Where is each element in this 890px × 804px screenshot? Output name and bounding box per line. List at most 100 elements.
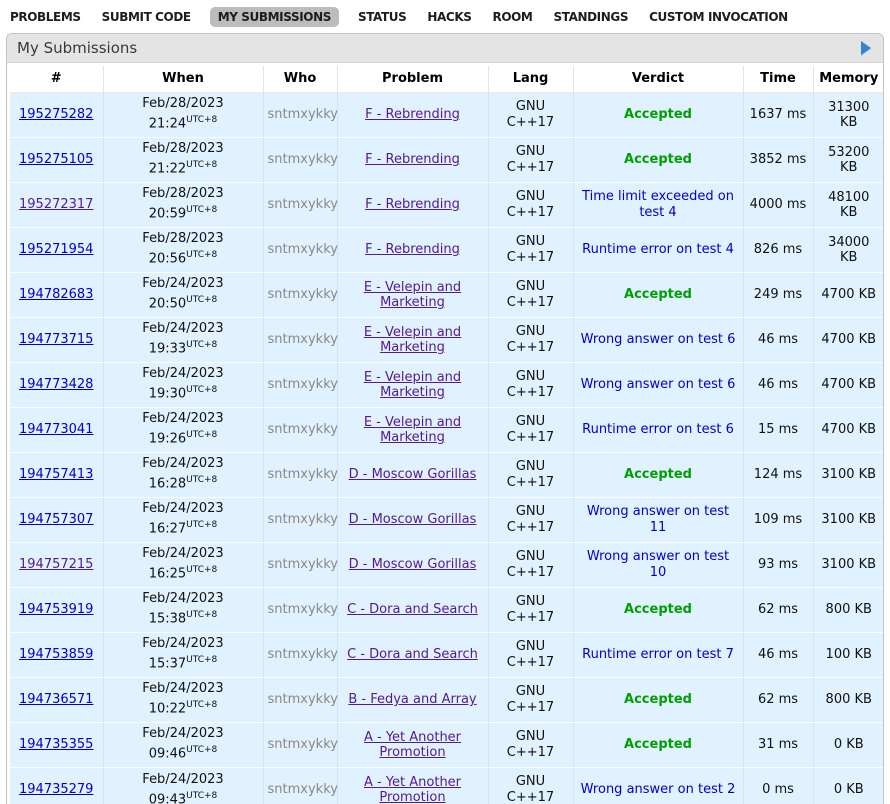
submitter-handle: sntmxykky bbox=[268, 377, 338, 392]
submission-id-link[interactable]: 194735279 bbox=[19, 782, 93, 797]
nav-tab-my-submissions[interactable]: MY SUBMISSIONS bbox=[210, 7, 339, 27]
submission-date: Feb/24/2023 bbox=[108, 321, 259, 337]
col-header-memory: Memory bbox=[813, 66, 884, 92]
timezone-label: UTC+8 bbox=[186, 655, 217, 665]
submission-id-link[interactable]: 194736571 bbox=[19, 692, 93, 707]
exec-time: 62 ms bbox=[758, 602, 798, 617]
memory-used: 31300 KB bbox=[828, 100, 869, 130]
submission-time: 16:27UTC+8 bbox=[108, 517, 259, 537]
language-label: GNU C++17 bbox=[507, 234, 554, 265]
nav-tab-hacks[interactable]: HACKS bbox=[425, 7, 473, 27]
language-label: GNU C++17 bbox=[507, 459, 554, 490]
verdict-label: Accepted bbox=[624, 152, 692, 167]
verdict-label: Wrong answer on test 6 bbox=[581, 377, 736, 392]
problem-link[interactable]: F - Rebrending bbox=[365, 197, 460, 212]
submission-id-link[interactable]: 194773428 bbox=[19, 377, 93, 392]
problem-link[interactable]: D - Moscow Gorillas bbox=[349, 512, 477, 527]
problem-link[interactable]: C - Dora and Search bbox=[347, 602, 478, 617]
nav-tab-problems[interactable]: PROBLEMS bbox=[8, 7, 83, 27]
verdict-label: Accepted bbox=[624, 602, 692, 617]
problem-link[interactable]: E - Velepin and Marketing bbox=[364, 280, 461, 310]
memory-used: 4700 KB bbox=[821, 332, 876, 347]
problem-link[interactable]: D - Moscow Gorillas bbox=[349, 557, 477, 572]
problem-link[interactable]: A - Yet Another Promotion bbox=[364, 730, 461, 760]
time-value: 19:33 bbox=[149, 342, 186, 357]
submission-time: 19:30UTC+8 bbox=[108, 382, 259, 402]
submission-date: Feb/28/2023 bbox=[108, 186, 259, 202]
exec-time: 46 ms bbox=[758, 332, 798, 347]
submission-date: Feb/24/2023 bbox=[108, 726, 259, 742]
problem-link[interactable]: F - Rebrending bbox=[365, 152, 460, 167]
memory-used: 3100 KB bbox=[821, 557, 876, 572]
submission-row: 194735279Feb/24/202309:43UTC+8sntmxykkyA… bbox=[10, 767, 884, 804]
language-label: GNU C++17 bbox=[507, 639, 554, 670]
submitter-handle: sntmxykky bbox=[268, 197, 338, 212]
timezone-label: UTC+8 bbox=[186, 700, 217, 710]
problem-link[interactable]: F - Rebrending bbox=[365, 107, 460, 122]
submission-time: 19:33UTC+8 bbox=[108, 337, 259, 357]
exec-time: 124 ms bbox=[754, 467, 802, 482]
timezone-label: UTC+8 bbox=[186, 520, 217, 530]
submission-date: Feb/24/2023 bbox=[108, 636, 259, 652]
submission-id-link[interactable]: 194782683 bbox=[19, 287, 93, 302]
problem-link[interactable]: A - Yet Another Promotion bbox=[364, 775, 461, 804]
verdict-label: Runtime error on test 4 bbox=[582, 242, 734, 257]
memory-used: 0 KB bbox=[834, 782, 864, 797]
expand-right-arrow-icon[interactable] bbox=[861, 41, 871, 55]
submission-id-link[interactable]: 194757215 bbox=[19, 557, 93, 572]
timezone-label: UTC+8 bbox=[186, 791, 217, 801]
submission-id-link[interactable]: 194753919 bbox=[19, 602, 93, 617]
exec-time: 0 ms bbox=[762, 782, 794, 797]
submitter-handle: sntmxykky bbox=[268, 512, 338, 527]
time-value: 20:50 bbox=[149, 297, 186, 312]
submission-row: 194757307Feb/24/202316:27UTC+8sntmxykkyD… bbox=[10, 497, 884, 542]
submitter-handle: sntmxykky bbox=[268, 602, 338, 617]
submission-id-link[interactable]: 194757307 bbox=[19, 512, 93, 527]
time-value: 19:30 bbox=[149, 387, 186, 402]
time-value: 10:22 bbox=[149, 702, 186, 717]
submission-id-link[interactable]: 195275282 bbox=[19, 107, 93, 122]
time-value: 19:26 bbox=[149, 432, 186, 447]
problem-link[interactable]: B - Fedya and Array bbox=[348, 692, 476, 707]
nav-tab-room[interactable]: ROOM bbox=[490, 7, 534, 27]
problem-link[interactable]: F - Rebrending bbox=[365, 242, 460, 257]
exec-time: 4000 ms bbox=[750, 197, 807, 212]
col-header-lang: Lang bbox=[488, 66, 573, 92]
submission-time: 10:22UTC+8 bbox=[108, 697, 259, 717]
col-header-time: Time bbox=[743, 66, 813, 92]
time-value: 20:59 bbox=[149, 207, 186, 222]
problem-link[interactable]: E - Velepin and Marketing bbox=[364, 415, 461, 445]
submission-id-link[interactable]: 194735355 bbox=[19, 737, 93, 752]
problem-link[interactable]: E - Velepin and Marketing bbox=[364, 370, 461, 400]
submission-row: 194753919Feb/24/202315:38UTC+8sntmxykkyC… bbox=[10, 587, 884, 632]
verdict-label: Accepted bbox=[624, 467, 692, 482]
exec-time: 62 ms bbox=[758, 692, 798, 707]
timezone-label: UTC+8 bbox=[186, 115, 217, 125]
nav-tab-custom-invocation[interactable]: CUSTOM INVOCATION bbox=[647, 7, 790, 27]
submission-id-link[interactable]: 194773715 bbox=[19, 332, 93, 347]
submission-date: Feb/24/2023 bbox=[108, 681, 259, 697]
timezone-label: UTC+8 bbox=[186, 205, 217, 215]
nav-tab-standings[interactable]: STANDINGS bbox=[551, 7, 630, 27]
language-label: GNU C++17 bbox=[507, 684, 554, 715]
submission-row: 195275105Feb/28/202321:22UTC+8sntmxykkyF… bbox=[10, 137, 884, 182]
submission-id-link[interactable]: 194753859 bbox=[19, 647, 93, 662]
my-submissions-panel: My Submissions # When Who Problem Lang V… bbox=[6, 33, 884, 804]
submission-id-link[interactable]: 195275105 bbox=[19, 152, 93, 167]
problem-link[interactable]: C - Dora and Search bbox=[347, 647, 478, 662]
nav-tab-status[interactable]: STATUS bbox=[356, 7, 408, 27]
verdict-label: Runtime error on test 7 bbox=[582, 647, 734, 662]
submission-id-link[interactable]: 194773041 bbox=[19, 422, 93, 437]
time-value: 16:28 bbox=[149, 477, 186, 492]
submission-id-link[interactable]: 195271954 bbox=[19, 242, 93, 257]
submission-row: 194782683Feb/24/202320:50UTC+8sntmxykkyE… bbox=[10, 272, 884, 317]
problem-link[interactable]: E - Velepin and Marketing bbox=[364, 325, 461, 355]
col-header-when: When bbox=[103, 66, 263, 92]
problem-link[interactable]: D - Moscow Gorillas bbox=[349, 467, 477, 482]
submission-id-link[interactable]: 195272317 bbox=[19, 197, 93, 212]
exec-time: 826 ms bbox=[754, 242, 802, 257]
language-label: GNU C++17 bbox=[507, 189, 554, 220]
time-value: 09:46 bbox=[149, 747, 186, 762]
nav-tab-submit-code[interactable]: SUBMIT CODE bbox=[100, 7, 193, 27]
submission-id-link[interactable]: 194757413 bbox=[19, 467, 93, 482]
